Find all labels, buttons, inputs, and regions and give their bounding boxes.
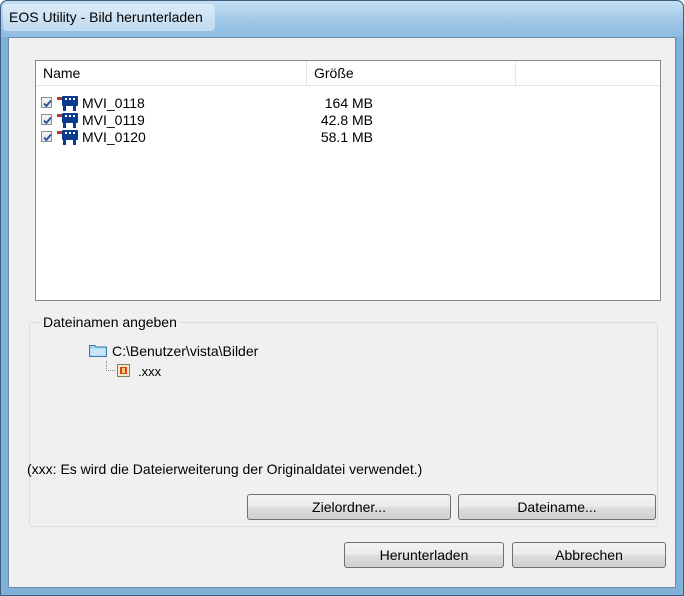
group-legend: Dateinamen angeben (41, 313, 179, 331)
file-size: 164 MB (324, 95, 373, 111)
row-checkbox[interactable] (41, 131, 52, 142)
folder-icon (89, 343, 107, 360)
file-icon (116, 363, 131, 381)
tree-connector (106, 361, 115, 371)
file-row[interactable]: MVI_0119 42.8 MB (36, 112, 660, 129)
window-title: EOS Utility - Bild herunterladen (3, 4, 215, 31)
checkmark-icon (43, 99, 52, 108)
file-size: 58.1 MB (320, 129, 373, 145)
folder-path: C:\Benutzer\vista\Bilder (112, 343, 259, 359)
column-header-name[interactable]: Name (36, 61, 306, 85)
row-checkbox[interactable] (41, 114, 52, 125)
checkmark-icon (43, 116, 52, 125)
file-extension: .xxx (138, 364, 162, 379)
target-folder-button[interactable]: Zielordner... (247, 494, 451, 520)
file-name: MVI_0120 (82, 129, 146, 145)
dialog-window: EOS Utility - Bild herunterladen Name Gr… (0, 0, 684, 596)
file-name: MVI_0118 (82, 95, 145, 111)
download-button[interactable]: Herunterladen (344, 542, 504, 568)
checkmark-icon (43, 133, 52, 142)
cancel-button[interactable]: Abbrechen (512, 542, 666, 568)
filename-button[interactable]: Dateiname... (458, 494, 656, 520)
extension-note: (xxx: Es wird die Dateierweiterung der O… (27, 461, 423, 477)
dialog-body: Name Größe MVI_0118 164 MB MVI_0119 42.8… (8, 37, 676, 588)
title-bar[interactable]: EOS Utility - Bild herunterladen (1, 1, 683, 37)
file-name: MVI_0119 (82, 112, 145, 128)
movie-icon (57, 130, 79, 148)
row-checkbox[interactable] (41, 97, 52, 108)
file-list[interactable]: Name Größe MVI_0118 164 MB MVI_0119 42.8… (35, 60, 661, 301)
column-header-size[interactable]: Größe (307, 61, 515, 85)
file-row[interactable]: MVI_0118 164 MB (36, 95, 660, 112)
list-header: Name Größe (36, 61, 660, 86)
file-size: 42.8 MB (320, 112, 373, 128)
file-row[interactable]: MVI_0120 58.1 MB (36, 129, 660, 146)
column-separator[interactable] (515, 61, 516, 85)
file-rows: MVI_0118 164 MB MVI_0119 42.8 MB MVI_012… (36, 95, 660, 146)
